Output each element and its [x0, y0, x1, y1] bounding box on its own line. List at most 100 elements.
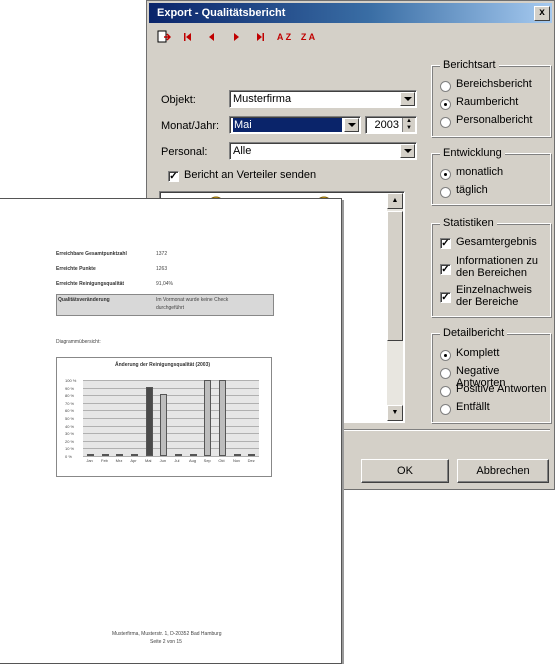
x-tick-label: Apr — [130, 458, 137, 463]
scroll-down-icon[interactable]: ▼ — [387, 405, 403, 421]
bar-okt — [218, 380, 226, 456]
personal-label: Personal: — [161, 146, 208, 158]
option-komplett[interactable]: Komplett — [456, 347, 499, 359]
personal-dropdown-button[interactable] — [400, 144, 415, 158]
verteiler-checkbox[interactable]: ✓ — [168, 171, 179, 182]
personal-select[interactable]: Alle — [229, 142, 417, 160]
sort-descending-label: Z A — [300, 32, 316, 42]
option-entfaellt[interactable]: Entfällt — [456, 401, 490, 413]
y-tick-label: 40 % — [65, 423, 75, 429]
sort-ascending-icon[interactable]: A Z — [275, 28, 293, 46]
close-button[interactable]: x — [534, 6, 550, 21]
jahr-value: 2003 — [374, 119, 399, 131]
x-tick-label: Mai — [145, 458, 152, 463]
y-tick-label: 10 % — [65, 446, 75, 452]
note-line2: durchgeführt — [156, 305, 185, 311]
option-personalbericht[interactable]: Personalbericht — [456, 114, 532, 126]
ok-button[interactable]: OK — [361, 459, 449, 483]
diagram-heading: Diagrammübersicht: — [56, 339, 101, 345]
option-positive-antworten[interactable]: Positive Antworten — [456, 383, 547, 395]
x-tick-label: Sep — [203, 458, 211, 463]
radio-komplett[interactable] — [440, 350, 451, 361]
chart-title: Änderung der Reinigungsqualität (2003) — [115, 362, 211, 368]
bar-mrz — [116, 454, 124, 456]
jahr-spin-buttons[interactable]: ▲ ▼ — [402, 118, 415, 132]
x-tick-label: Aug — [189, 458, 197, 463]
gridline — [83, 448, 259, 450]
note-label: Qualitätsveränderung — [58, 297, 110, 303]
note-line1: Im Vormonat wurde keine Check — [156, 297, 229, 303]
x-tick-label: Feb — [101, 458, 108, 463]
gridline — [83, 387, 259, 389]
row-value: 1263 — [156, 266, 168, 272]
gridline — [83, 440, 259, 442]
bar-feb — [101, 454, 109, 456]
berichtsart-group: Berichtsart Bereichsbericht Raumbericht … — [431, 59, 551, 137]
x-tick-label: Okt — [218, 458, 225, 463]
gesamtergebnis-label[interactable]: Gesamtergebnis — [456, 236, 537, 248]
quality-chart: Änderung der Reinigungsqualität (2003) 1… — [56, 357, 272, 477]
statistiken-title: Statistiken — [440, 217, 497, 229]
footer-address: Musterfirma, Musterstr. 1, D-20352 Bad H… — [112, 631, 222, 637]
chart-plot-area — [83, 380, 259, 457]
detailbericht-title: Detailbericht — [440, 327, 508, 339]
scroll-thumb[interactable] — [387, 211, 403, 341]
informationen-label-line1[interactable]: Informationen zu — [456, 255, 538, 267]
bar-aug — [189, 454, 197, 456]
objekt-select[interactable]: Musterfirma — [229, 90, 417, 108]
scroll-up-icon[interactable]: ▲ — [387, 193, 403, 209]
option-bereichsbericht[interactable]: Bereichsbericht — [456, 78, 532, 90]
previous-page-icon[interactable] — [203, 28, 221, 46]
entwicklung-title: Entwicklung — [440, 147, 505, 159]
gridline — [83, 456, 259, 457]
y-tick-label: 100 % — [65, 378, 77, 383]
option-taeglich[interactable]: täglich — [456, 184, 488, 196]
radio-personalbericht[interactable] — [440, 117, 451, 128]
option-raumbericht[interactable]: Raumbericht — [456, 96, 518, 108]
gridline — [83, 425, 259, 427]
radio-taeglich[interactable] — [440, 187, 451, 198]
gesamtergebnis-checkbox[interactable]: ✓ — [440, 238, 451, 249]
footer-page-number: Seite 2 von 15 — [150, 639, 182, 645]
radio-entfaellt[interactable] — [440, 404, 451, 415]
gridline — [83, 402, 259, 404]
option-monatlich[interactable]: monatlich — [456, 166, 503, 178]
x-tick-label: Mrz — [115, 458, 123, 463]
y-tick-label: 30 % — [65, 431, 75, 437]
y-tick-label: 90 % — [65, 385, 75, 391]
gridline — [83, 418, 259, 419]
radio-positive-antworten[interactable] — [440, 386, 451, 397]
einzelnachweis-checkbox[interactable]: ✓ — [440, 292, 451, 303]
cancel-button[interactable]: Abbrechen — [457, 459, 549, 483]
monat-value: Mai — [233, 118, 342, 132]
bar-apr — [130, 454, 138, 456]
informationen-label-line2[interactable]: den Bereichen — [456, 267, 527, 279]
row-label: Erreichte Reinigungsqualität — [56, 281, 125, 287]
y-tick-label: 80 % — [65, 393, 75, 399]
informationen-checkbox[interactable]: ✓ — [440, 264, 451, 275]
export-icon[interactable] — [155, 28, 173, 46]
sort-ascending-label: A Z — [276, 32, 292, 42]
personal-value: Alle — [233, 145, 252, 157]
last-page-icon[interactable] — [251, 28, 269, 46]
first-page-icon[interactable] — [179, 28, 197, 46]
list-scrollbar[interactable]: ▲ ▼ — [387, 193, 403, 421]
radio-raumbericht[interactable] — [440, 99, 451, 110]
monat-select[interactable]: Mai — [229, 116, 361, 134]
y-tick-label: 60 % — [65, 408, 75, 414]
monat-dropdown-button[interactable] — [344, 118, 359, 132]
radio-monatlich[interactable] — [440, 169, 451, 180]
verteiler-label[interactable]: Bericht an Verteiler senden — [184, 169, 316, 181]
gridline — [83, 433, 259, 435]
radio-negative-antworten[interactable] — [440, 368, 451, 379]
next-page-icon[interactable] — [227, 28, 245, 46]
dialog-titlebar[interactable]: Export - Qualitätsbericht x — [149, 3, 552, 23]
sort-descending-icon[interactable]: Z A — [299, 28, 317, 46]
objekt-dropdown-button[interactable] — [400, 92, 415, 106]
einzelnachweis-label-line2[interactable]: der Bereiche — [456, 296, 518, 308]
radio-bereichsbericht[interactable] — [440, 81, 451, 92]
einzelnachweis-label-line1[interactable]: Einzelnachweis — [456, 284, 532, 296]
detailbericht-group: Detailbericht Komplett Negative Antworte… — [431, 327, 551, 423]
jahr-spinner[interactable]: 2003 ▲ ▼ — [365, 116, 417, 134]
toolbar: A Z Z A — [155, 27, 323, 47]
